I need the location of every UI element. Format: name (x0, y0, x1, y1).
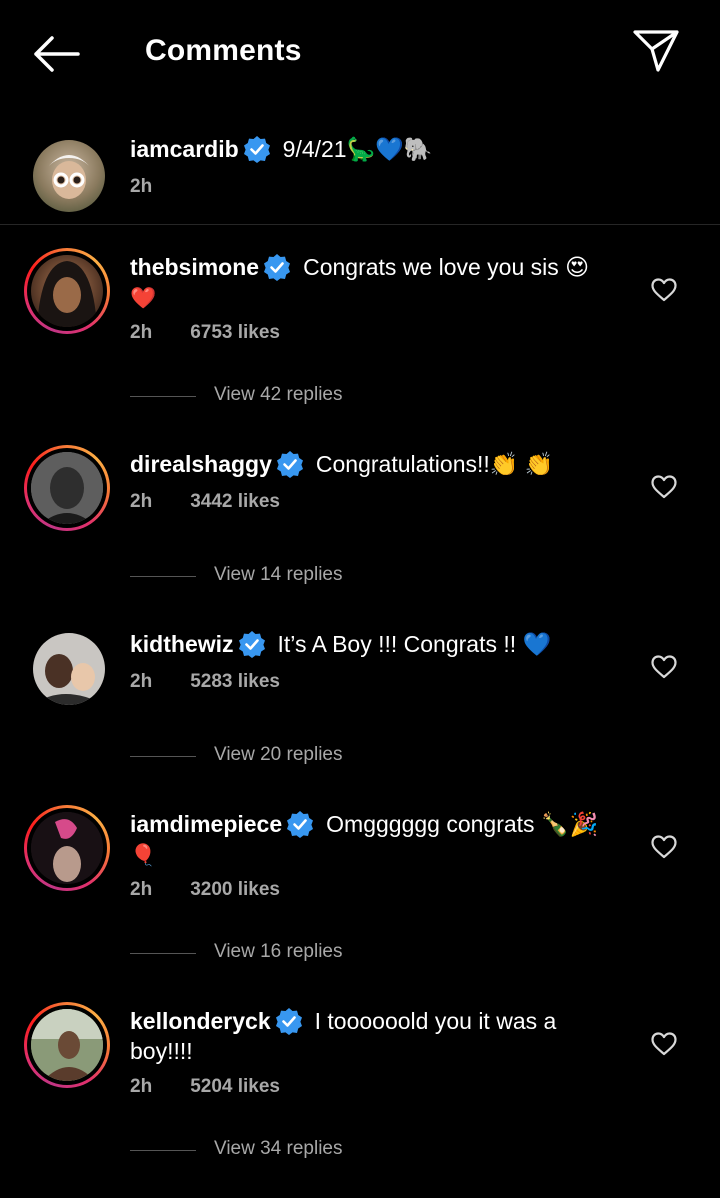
divider (130, 396, 196, 397)
story-ring[interactable] (24, 1002, 110, 1088)
back-button[interactable] (30, 34, 82, 74)
likes-count[interactable]: 5283 likes (190, 671, 280, 692)
username[interactable]: direalshaggy (130, 451, 272, 477)
timestamp: 2h (130, 322, 153, 343)
timestamp: 2h (130, 671, 153, 692)
divider (130, 953, 196, 954)
verified-badge-icon (287, 811, 314, 838)
view-replies-label: View 42 replies (214, 384, 343, 405)
comment-text: It’s A Boy !!! Congrats !! 💙 (277, 631, 552, 657)
heart-icon[interactable] (651, 475, 677, 499)
view-replies-label: View 34 replies (214, 1138, 343, 1159)
view-replies-label: View 16 replies (214, 941, 343, 962)
back-arrow-icon (34, 36, 80, 72)
caption: iamcardib 9/4/21🦕💙🐘 2h (0, 108, 720, 225)
story-ring[interactable] (24, 805, 110, 891)
avatar[interactable] (33, 140, 105, 212)
timestamp: 2h (130, 1076, 153, 1097)
avatar (31, 812, 103, 884)
username[interactable]: thebsimone (130, 254, 259, 280)
share-button[interactable] (632, 28, 680, 74)
comment-text-cont: boy!!!! (130, 1038, 193, 1064)
comment-text-cont: ❤️ (130, 287, 157, 310)
likes-count[interactable]: 3200 likes (190, 879, 280, 900)
likes-count[interactable]: 3442 likes (190, 491, 280, 512)
comment-text: Omgggggg congrats 🍾🎉 (326, 811, 599, 837)
likes-count[interactable]: 5204 likes (190, 1076, 280, 1097)
timestamp: 2h (130, 176, 153, 197)
send-icon (633, 30, 679, 72)
timestamp: 2h (130, 879, 153, 900)
username[interactable]: kidthewiz (130, 631, 234, 657)
story-ring[interactable] (24, 445, 110, 531)
comment-text-cont: 🎈 (130, 844, 157, 867)
likes-count[interactable]: 6753 likes (190, 322, 280, 343)
story-ring[interactable] (24, 248, 110, 334)
avatar (31, 255, 103, 327)
heart-icon[interactable] (651, 1032, 677, 1056)
view-replies-label: View 14 replies (214, 564, 343, 585)
divider (130, 576, 196, 577)
header: Comments (0, 0, 720, 108)
divider (130, 756, 196, 757)
comment-text: Congratulations!!👏 👏 (315, 451, 554, 477)
verified-badge-icon (276, 451, 303, 478)
username[interactable]: iamdimepiece (130, 811, 282, 837)
verified-badge-icon (264, 254, 291, 281)
username[interactable]: kellonderyck (130, 1008, 271, 1034)
heart-icon[interactable] (651, 655, 677, 679)
page-title: Comments (145, 34, 302, 67)
caption-text: 9/4/21🦕💙🐘 (282, 136, 433, 162)
avatar[interactable] (33, 633, 105, 705)
heart-icon[interactable] (651, 278, 677, 302)
avatar (31, 452, 103, 524)
username[interactable]: iamcardib (130, 136, 239, 162)
avatar-image (47, 155, 91, 199)
verified-badge-icon (238, 631, 265, 658)
view-replies-label: View 20 replies (214, 744, 343, 765)
timestamp: 2h (130, 491, 153, 512)
caption-time: 2h (130, 176, 152, 198)
comment-text: I toooooold you it was a (314, 1008, 557, 1034)
comment-text: Congrats we love you sis 😍 (303, 254, 590, 280)
verified-badge-icon (243, 136, 270, 163)
avatar (31, 1009, 103, 1081)
heart-icon[interactable] (651, 835, 677, 859)
verified-badge-icon (275, 1008, 302, 1035)
divider (130, 1150, 196, 1151)
